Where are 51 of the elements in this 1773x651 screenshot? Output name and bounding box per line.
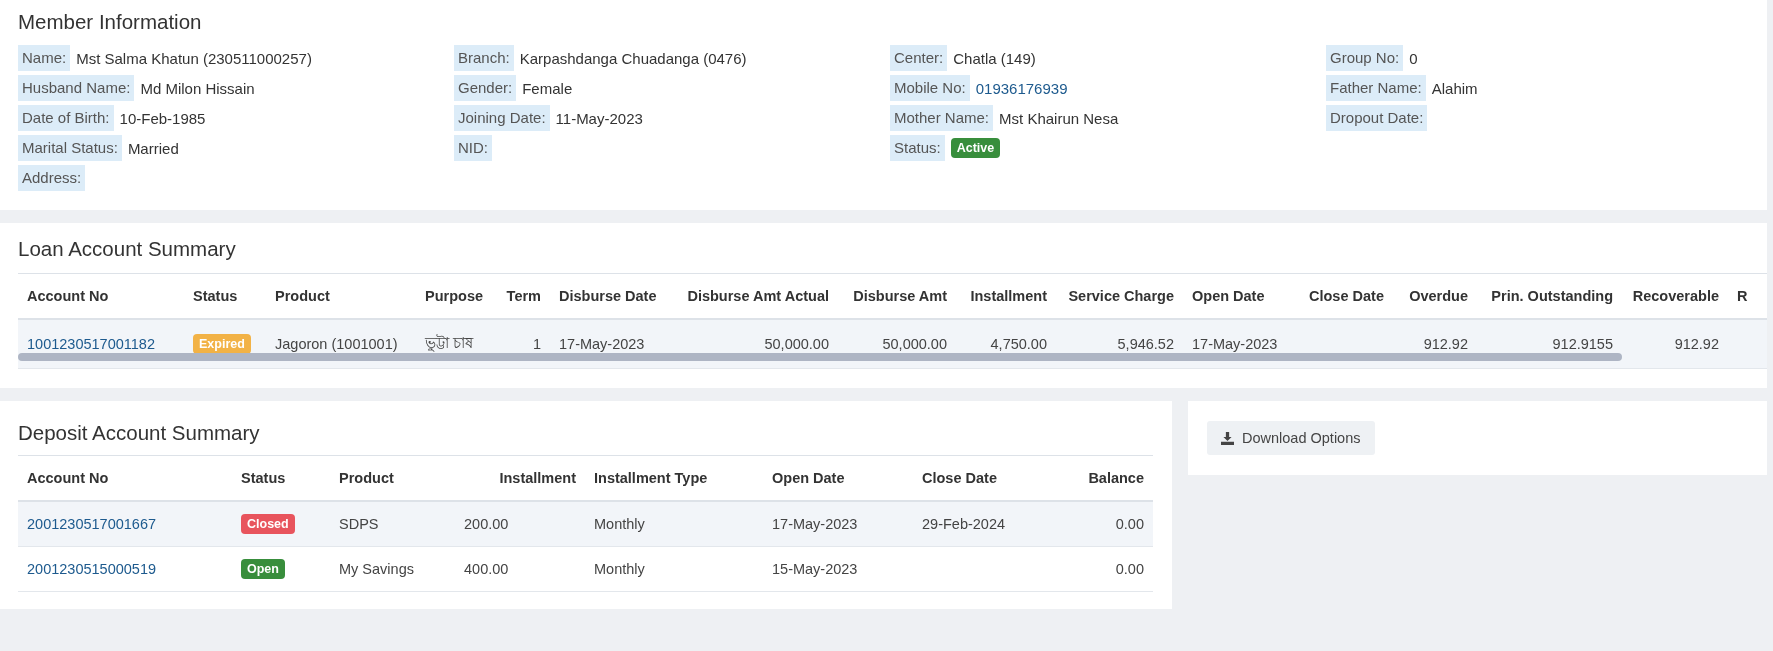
table-cell: 400.00: [455, 546, 585, 592]
field-label: Date of Birth:: [18, 105, 114, 131]
field-value: 11-May-2023: [555, 109, 643, 127]
status-badge: Open: [241, 559, 285, 579]
field-label: Husband Name:: [18, 75, 135, 101]
table-cell: 200.00: [455, 501, 585, 547]
field-label: Joining Date:: [454, 105, 550, 131]
field-value: 10-Feb-1985: [119, 109, 206, 127]
field-label: Name:: [18, 45, 71, 71]
scrollbar[interactable]: [18, 353, 1622, 361]
section-title: Loan Account Summary: [18, 237, 237, 261]
table-cell: 17-May-2023: [763, 501, 913, 547]
field-value: Alahim: [1431, 79, 1478, 97]
field-label: Mother Name:: [890, 105, 994, 131]
table-cell: 15-May-2023: [763, 546, 913, 592]
field-label: Gender:: [454, 75, 517, 101]
field-label: Dropout Date:: [1326, 105, 1428, 131]
field-label: Marital Status:: [18, 135, 122, 161]
field-value: Married: [127, 139, 179, 157]
section-title: Deposit Account Summary: [18, 421, 261, 445]
field-value: Chatla (149): [953, 49, 1036, 67]
table-cell: Monthly: [585, 501, 763, 547]
field-label: Father Name:: [1326, 75, 1426, 101]
table-cell: 0.00: [1040, 501, 1153, 547]
field-value: Karpashdanga Chuadanga (0476): [519, 49, 747, 67]
field-label: Address:: [18, 165, 86, 191]
table-cell: My Savings: [330, 546, 455, 592]
field-label: Center:: [890, 45, 948, 71]
download-button[interactable]: Download Options: [1207, 421, 1375, 455]
download-icon: [1221, 431, 1234, 445]
field-value: Md Milon Hissain: [140, 79, 255, 97]
field-value: Mst Khairun Nesa: [999, 109, 1119, 127]
section-title: Member Information: [18, 10, 203, 34]
table-cell: 912.92: [1622, 319, 1728, 369]
status-badge: Closed: [241, 514, 295, 534]
status-badge: Expired: [193, 334, 251, 354]
table-cell: 29-Feb-2024: [913, 501, 1040, 547]
phone-link[interactable]: 01936176939: [975, 79, 1068, 97]
table-cell: Monthly: [585, 546, 763, 592]
field-label: Status:: [890, 135, 945, 161]
field-label: NID:: [454, 135, 492, 161]
field-value: Mst Salma Khatun (230511000257): [76, 49, 312, 67]
table-cell: 0.00: [1040, 546, 1153, 592]
table-cell: SDPS: [330, 501, 455, 547]
status-badge: Active: [950, 138, 1001, 158]
field-value: 0: [1409, 49, 1418, 67]
field-label: Branch:: [454, 45, 514, 71]
field-label: Mobile No:: [890, 75, 970, 101]
field-label: Group No:: [1326, 45, 1404, 71]
field-value: Female: [522, 79, 573, 97]
account-link[interactable]: 2001230515000519: [27, 561, 157, 577]
